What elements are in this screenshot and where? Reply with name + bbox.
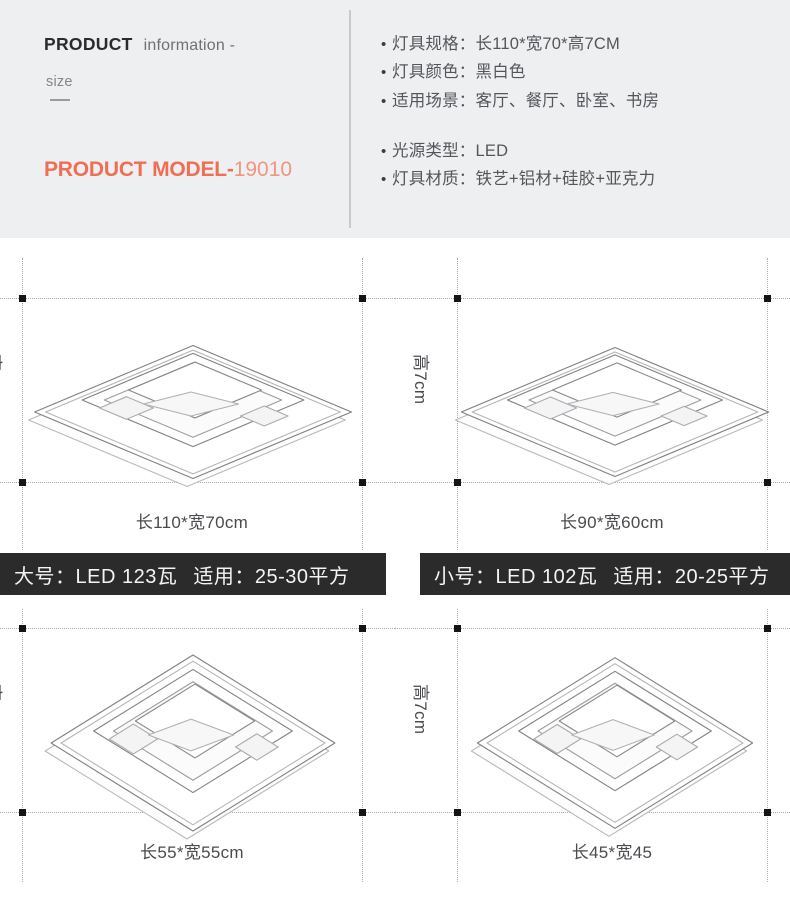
product-title-block: PRODUCT information - size (44, 34, 334, 101)
guide-line-horizontal-top (0, 298, 395, 299)
product-panel-large-square: 高7cm 长55*宽55cm (0, 608, 395, 919)
product-model-line: PRODUCT MODEL-19010 (44, 159, 292, 180)
guide-corner-marker (764, 625, 771, 632)
spec-banner-small-text: 小号：LED 102瓦 适用：20-25平方 (420, 560, 770, 589)
dimension-label-height: 高7cm (0, 354, 3, 405)
guide-corner-marker (359, 295, 366, 302)
guide-corner-marker (19, 625, 26, 632)
dimension-label-size: 长90*宽60cm (560, 513, 664, 532)
spec-banner-small: 小号：LED 102瓦 适用：20-25平方 (420, 553, 790, 595)
product-panel-large-rect: 高7cm 长110*宽70cm (0, 238, 395, 550)
dimension-label-height: 高7cm (411, 354, 430, 405)
bullet-icon (381, 94, 392, 109)
guide-corner-marker (19, 479, 26, 486)
header-section: PRODUCT information - size PRODUCT MODEL-… (0, 0, 790, 238)
banner-usage-value: 25-30平方 (254, 565, 350, 588)
bullet-icon (381, 172, 392, 187)
product-panel-small-square: 高7cm 长45*宽45 (395, 608, 790, 919)
guide-corner-marker (454, 625, 461, 632)
guide-corner-marker (359, 625, 366, 632)
spec-text: 光源类型：LED (392, 141, 509, 160)
guide-corner-marker (359, 479, 366, 486)
guide-corner-marker (454, 295, 461, 302)
banner-usage-label: 适用： (613, 565, 675, 588)
spec-text: 灯具规格：长110*宽70*高7CM (392, 35, 620, 53)
banner-wattage: LED 123瓦 (75, 565, 178, 588)
banner-size-name: 大号： (14, 565, 76, 588)
spec-row: 灯具材质：铁艺+铝材+硅胶+亚克力 (381, 168, 781, 190)
product-model-label: PRODUCT MODEL- (44, 158, 234, 181)
spec-text: 灯具颜色：黑白色 (392, 63, 526, 82)
bullet-icon (381, 144, 392, 159)
banner-usage-label: 适用： (193, 565, 255, 588)
guide-corner-marker (19, 809, 26, 816)
lamp-illustration (28, 344, 352, 488)
guide-corner-marker (764, 295, 771, 302)
lamp-illustration (455, 346, 770, 486)
spec-group-gap (381, 118, 781, 140)
spec-row: 光源类型：LED (381, 140, 781, 162)
title-underline-dash (50, 98, 70, 101)
spec-row: 灯具规格：长110*宽70*高7CM (381, 33, 781, 55)
banner-usage-value: 20-25平方 (674, 565, 770, 588)
lamp-illustration (470, 657, 754, 837)
lamp-illustration (44, 654, 336, 840)
dimension-label-height: 高7cm (0, 684, 3, 735)
spec-banner-large-text: 大号：LED 123瓦 适用：25-30平方 (0, 560, 350, 589)
header-vertical-divider (349, 10, 351, 228)
spec-text: 适用场景：客厅、餐厅、卧室、书房 (392, 91, 660, 110)
banner-size-name: 小号： (434, 565, 496, 588)
product-model-number: 19010 (233, 158, 293, 181)
product-title-line: PRODUCT information - (44, 34, 334, 54)
dimension-label-size: 长45*宽45 (571, 843, 653, 862)
bullet-icon (381, 37, 392, 52)
spec-row: 适用场景：客厅、餐厅、卧室、书房 (381, 90, 781, 112)
product-subtitle: size (46, 74, 73, 90)
guide-line-vertical-right (362, 608, 363, 882)
product-title-light: information - (143, 37, 236, 54)
dimension-label-size: 长110*宽70cm (135, 513, 249, 532)
specification-list: 灯具规格：长110*宽70*高7CM 灯具颜色：黑白色适用场景：客厅、餐厅、卧室、… (381, 33, 781, 196)
dimension-label-size: 长55*宽55cm (140, 843, 244, 862)
guide-line-horizontal-top (0, 628, 395, 629)
banner-wattage: LED 102瓦 (495, 565, 598, 588)
product-title-strong: PRODUCT (44, 34, 133, 54)
bullet-icon (381, 65, 392, 80)
dimension-label-height: 高7cm (411, 684, 430, 735)
guide-corner-marker (359, 809, 366, 816)
spec-banner-large: 大号：LED 123瓦 适用：25-30平方 (0, 553, 386, 595)
guide-corner-marker (19, 295, 26, 302)
spec-text: 灯具材质：铁艺+铝材+硅胶+亚克力 (392, 170, 656, 189)
spec-row: 灯具颜色：黑白色 (381, 61, 781, 83)
product-panel-small-rect: 高7cm 长90*宽60cm (395, 238, 790, 550)
